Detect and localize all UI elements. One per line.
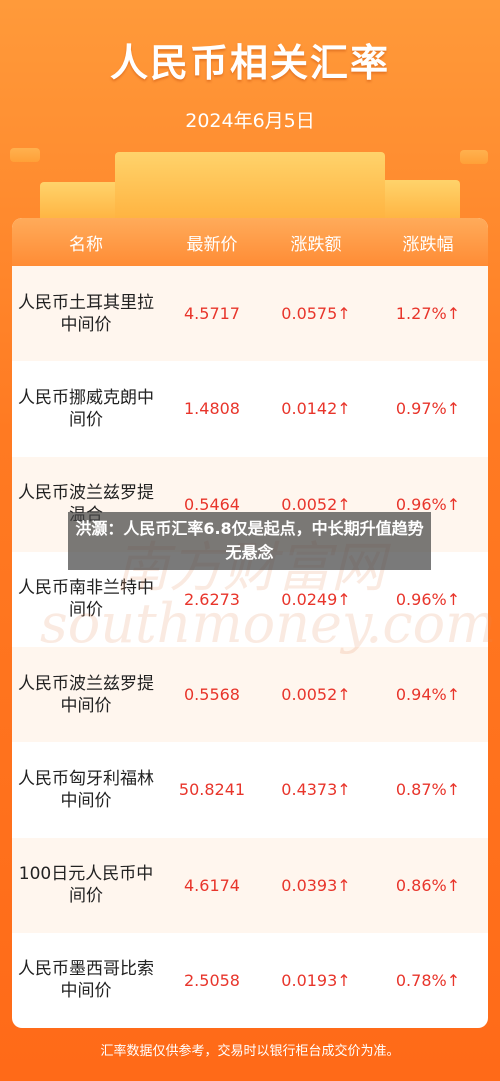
latest-price: 2.5058 [184,970,240,990]
table-row: 人民币挪威克朗中间价 1.4808 0.0142↑ 0.97%↑ [12,361,488,456]
change-percent: 0.87%↑ [395,780,461,800]
table-row: 人民币墨西哥比索中间价 2.5058 0.0193↑ 0.78%↑ [12,933,488,1028]
currency-name: 人民币挪威克朗中间价 [18,387,154,430]
change-amount: 0.0052↑ [281,494,351,514]
latest-price: 4.5717 [184,304,240,324]
change-amount: 0.0393↑ [281,875,351,895]
column-header-change: 涨跌额 [290,234,342,255]
decor-block [115,152,385,222]
column-header-price: 最新价 [186,234,238,255]
latest-price: 0.5568 [184,685,240,705]
table-row: 人民币波兰兹罗提中间价 0.5568 0.0052↑ 0.94%↑ [12,647,488,743]
date-label: 2024年6月5日 [185,110,315,132]
change-amount: 0.0575↑ [281,304,351,324]
change-percent: 0.97%↑ [395,399,461,419]
latest-price: 0.5464 [184,494,240,514]
change-amount: 0.0193↑ [281,970,351,990]
column-header-name: 名称 [69,234,103,255]
table-header: 名称 最新价 涨跌额 涨跌幅 [12,218,488,266]
table-row: 100日元人民币中间价 4.6174 0.0393↑ 0.86%↑ [12,837,488,933]
latest-price: 1.4808 [184,399,240,419]
currency-name: 人民币墨西哥比索中间价 [18,959,154,1002]
currency-name: 人民币波兰兹罗提中间价 [18,673,154,716]
change-amount: 0.4373↑ [281,780,351,800]
latest-price: 4.6174 [184,875,240,895]
change-amount: 0.0142↑ [281,399,351,419]
footer-note: 汇率数据仅供参考，交易时以银行柜台成交价为准。 [100,1044,400,1059]
change-percent: 0.86%↑ [395,875,461,895]
latest-price: 50.8241 [178,780,246,800]
table-row: 人民币土耳其里拉中间价 4.5717 0.0575↑ 1.27%↑ [12,266,488,362]
decor-block [460,150,488,164]
header: 人民币相关汇率 2024年6月5日 [0,0,500,240]
change-percent: 0.94%↑ [395,685,461,705]
currency-name: 100日元人民币中间价 [18,864,154,907]
page-title: 人民币相关汇率 [109,41,390,85]
change-percent: 1.27%↑ [395,304,461,324]
decor-block [10,148,40,162]
currency-name: 人民币匈牙利福林中间价 [18,768,154,811]
headline-banner[interactable]: 洪灏：人民币汇率6.8仅是起点，中长期升值趋势无悬念 [68,512,431,570]
change-percent: 0.78%↑ [395,970,461,990]
change-percent: 0.96%↑ [395,494,461,514]
table-row: 人民币匈牙利福林中间价 50.8241 0.4373↑ 0.87%↑ [12,742,488,837]
currency-name: 人民币土耳其里拉中间价 [18,292,154,335]
change-amount: 0.0052↑ [281,685,351,705]
column-header-percent: 涨跌幅 [402,234,454,255]
